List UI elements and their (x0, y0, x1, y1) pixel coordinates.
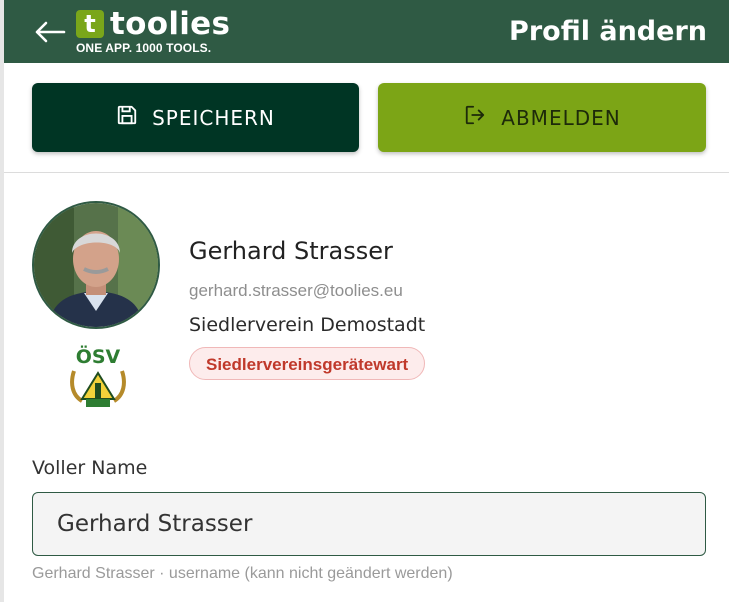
logout-icon (463, 104, 501, 131)
profile-organization: Siedlerverein Demostadt (189, 314, 426, 336)
full-name-label: Voller Name (32, 457, 148, 479)
logo-tagline: ONE APP. 1000 TOOLS. (76, 41, 212, 55)
app-header: t toolies ONE APP. 1000 TOOLS. Profil än… (4, 0, 729, 63)
role-badge: Siedlervereinsgerätewart (189, 347, 426, 380)
club-logo: ÖSV (64, 343, 132, 411)
logout-button[interactable]: ABMELDEN (378, 83, 706, 152)
full-name-input[interactable] (32, 492, 706, 556)
save-button[interactable]: SPEICHERN (32, 83, 359, 152)
logo-mark: t (76, 10, 104, 38)
logout-button-label: ABMELDEN (501, 105, 621, 130)
profile-name: Gerhard Strasser (189, 237, 393, 265)
save-button-label: SPEICHERN (152, 105, 275, 130)
club-logo-text: ÖSV (76, 344, 121, 368)
avatar (32, 201, 160, 329)
arrow-left-icon[interactable] (32, 18, 66, 46)
floppy-disk-icon (116, 104, 152, 131)
logo-wordmark: toolies (110, 6, 231, 42)
section-divider (4, 172, 729, 173)
page-title: Profil ändern (509, 16, 707, 47)
left-edge (0, 0, 4, 602)
profile-email: gerhard.strasser@toolies.eu (189, 281, 403, 300)
full-name-hint: Gerhard Strasser · username (kann nicht … (32, 565, 453, 582)
